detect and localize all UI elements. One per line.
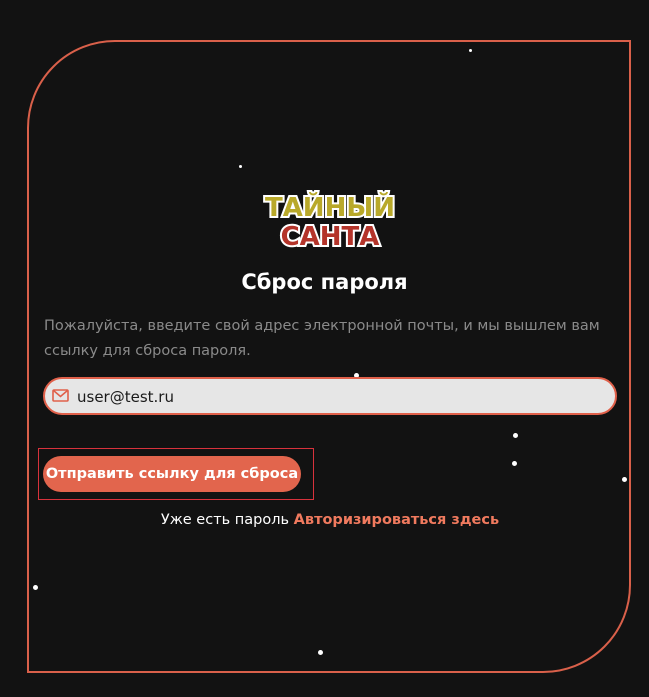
login-prompt: Уже есть пароль Авторизироваться здесь: [0, 512, 649, 528]
email-input[interactable]: [75, 383, 599, 411]
reset-password-page: ТАЙНЫЙ САНТА Сброс пароля Пожалуйста, вв…: [0, 0, 649, 697]
login-link[interactable]: Авторизироваться здесь: [294, 512, 499, 528]
description-text: Пожалуйста, введите свой адрес электронн…: [44, 318, 600, 359]
send-reset-link-button[interactable]: Отправить ссылку для сброса: [43, 456, 301, 492]
email-field[interactable]: [43, 377, 617, 415]
mail-icon: [51, 387, 71, 405]
logo-line-2: САНТА: [281, 222, 380, 252]
login-prompt-text: Уже есть пароль: [160, 512, 290, 528]
secret-santa-logo: ТАЙНЫЙ САНТА: [256, 188, 404, 252]
logo-line-1: ТАЙНЫЙ: [265, 191, 395, 223]
page-title: Сброс пароля: [241, 270, 408, 294]
